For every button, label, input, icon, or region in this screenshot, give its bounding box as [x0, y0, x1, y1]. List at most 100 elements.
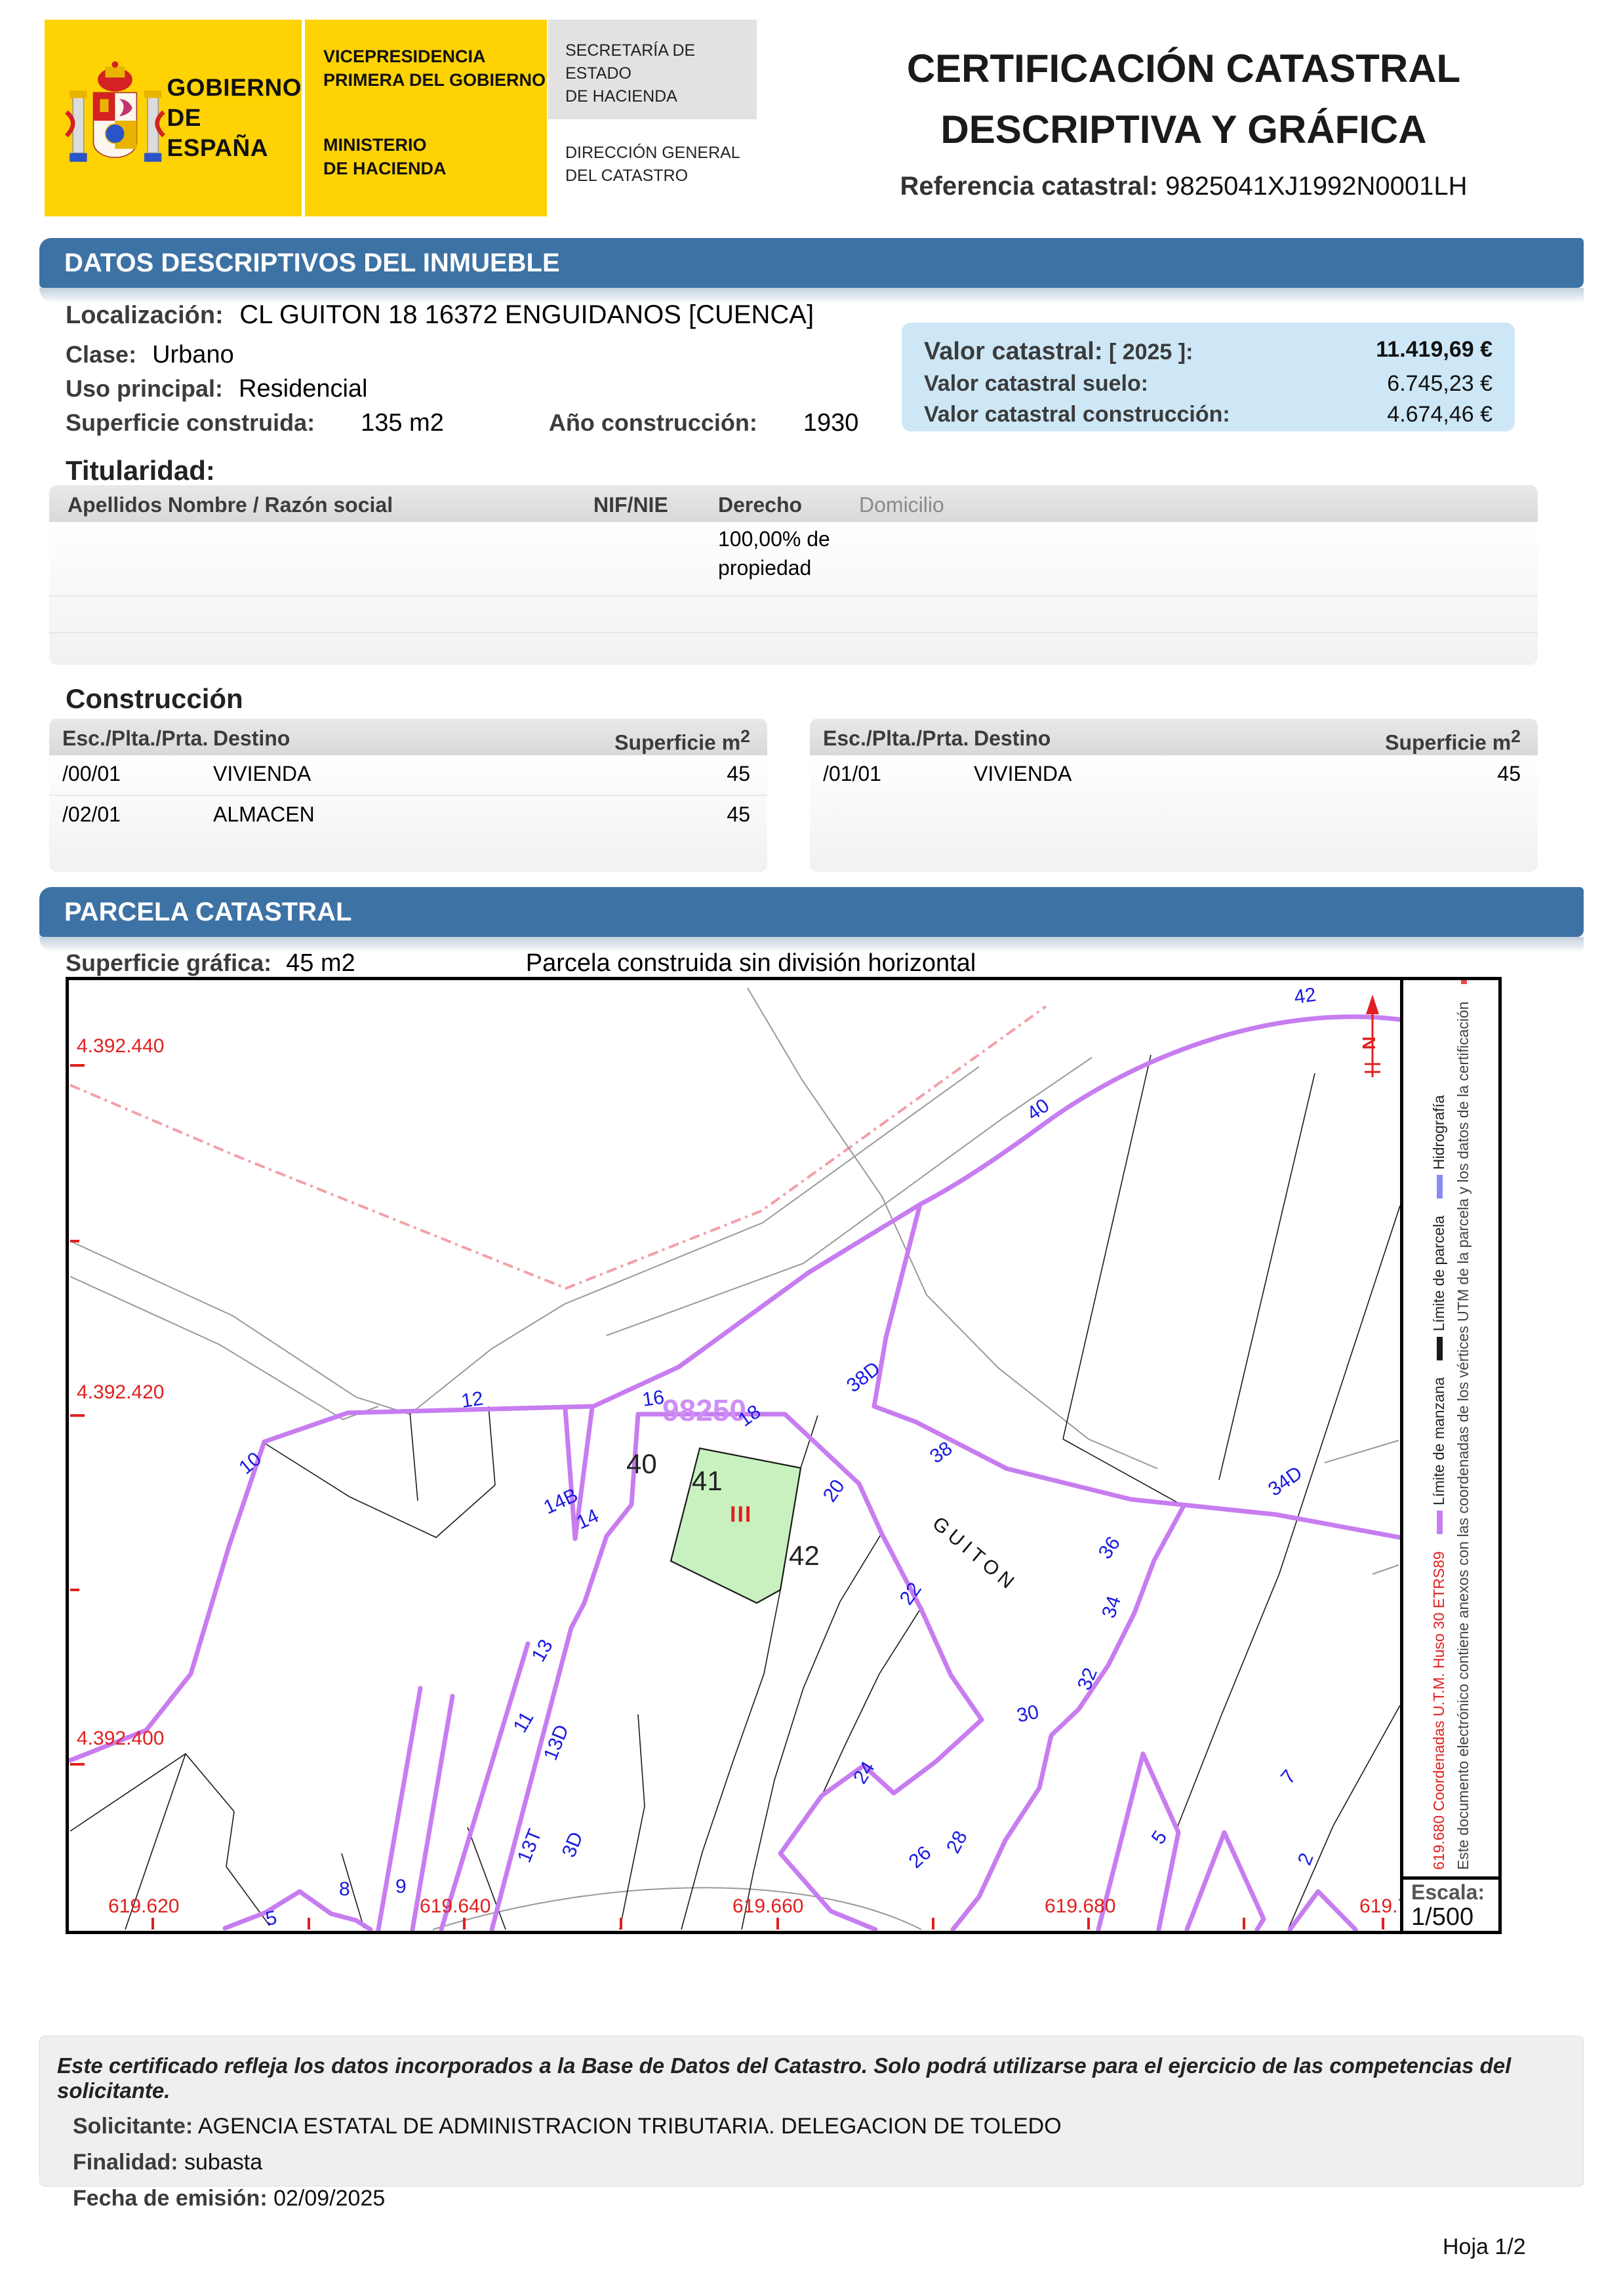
vicepresidencia-line2: PRIMERA DEL GOBIERNO [323, 68, 547, 92]
x-coord-label: 619.680 [1045, 1895, 1115, 1917]
dgc-line2: DEL CATASTRO [565, 165, 757, 188]
page-title-line2: DESCRIPTIVA Y GRÁFICA [823, 99, 1544, 160]
parcel-number: 41 [692, 1465, 723, 1496]
legend-rotated-content: 619.680 Coordenadas U.T.M. Huso 30 ETRS8… [1403, 980, 1498, 1876]
svg-text:20: 20 [819, 1476, 849, 1506]
svg-text:13: 13 [527, 1636, 557, 1665]
house-numbers: 16 18 38D 38 20 22 34D 36 34 32 30 24 26… [235, 984, 1317, 1930]
street-name-guiton: GUITON [929, 1513, 1022, 1596]
x-coord-label: 619.7 [1359, 1895, 1400, 1917]
cadastral-map: 4.392.440 4.392.420 4.392.400 619.620 61… [69, 980, 1400, 1931]
secretaria-line2: DE HACIENDA [565, 85, 757, 108]
table-cell: 45 [727, 762, 750, 786]
gov-name-line1: GOBIERNO [167, 73, 302, 103]
superficie-grafica-row: Superficie gráfica: 45 m2 Parcela constr… [66, 949, 976, 978]
svg-text:3D: 3D [558, 1829, 588, 1861]
construccion-right-body: /01/01 VIVIENDA 45 [810, 755, 1538, 872]
ministerio-line2: DE HACIENDA [323, 157, 547, 180]
pink-boundary-line [70, 1006, 1046, 1288]
vicepresidencia-line1: VICEPRESIDENCIA [323, 45, 547, 68]
valor-label: Valor catastral: [924, 338, 1102, 365]
solicitante-label: Solicitante: [73, 2114, 193, 2139]
escala-value: 1/500 [1411, 1904, 1491, 1931]
derecho-line1: 100,00% de [718, 527, 830, 551]
parcela-nota: Parcela construida sin división horizont… [526, 949, 976, 977]
col-destino: Destino [974, 726, 1051, 751]
valor-construccion-label: Valor catastral construcción: [924, 399, 1230, 430]
svg-text:12: 12 [460, 1388, 485, 1412]
finalidad-value: subasta [184, 2150, 262, 2175]
svg-text:5: 5 [1148, 1827, 1172, 1848]
svg-text:42: 42 [1292, 984, 1317, 1008]
valor-suelo: 6.745,23 € [1387, 368, 1493, 399]
titularidad-header-row: Apellidos Nombre / Razón social NIF/NIE … [49, 485, 1538, 522]
section-bar-parcela: PARCELA CATASTRAL [39, 887, 1584, 937]
valor-year: [ 2025 ]: [1109, 340, 1193, 365]
construcciones-swatch-icon [1461, 980, 1467, 985]
table-cell: /00/01 [62, 762, 121, 786]
clase-row: Clase: Urbano [66, 341, 234, 369]
gov-name-line2: DE ESPAÑA [167, 103, 302, 164]
col-esc: Esc./Plta./Prta. [62, 726, 208, 751]
x-coord-label: 619.660 [732, 1895, 803, 1917]
table-cell: VIVIENDA [974, 762, 1072, 786]
map-sidebar: 619.680 Coordenadas U.T.M. Huso 30 ETRS8… [1400, 980, 1498, 1931]
svg-text:30: 30 [1015, 1701, 1041, 1727]
y-coord-label: 4.392.440 [77, 1035, 164, 1057]
north-label: N [1359, 1037, 1379, 1050]
uso-label: Uso principal: [66, 375, 223, 402]
svg-text:36: 36 [1094, 1533, 1125, 1563]
y-coord-label: 4.392.400 [77, 1728, 164, 1749]
superficie-grafica-label: Superficie gráfica: [66, 949, 271, 976]
construccion-left-header: Esc./Plta./Prta. Destino Superficie m2 [49, 719, 767, 755]
secretaria-block: SECRETARÍA DE ESTADO DE HACIENDA [548, 20, 757, 119]
hidrografia-swatch-icon [1437, 1175, 1443, 1198]
legend-row-1: 619.680 Coordenadas U.T.M. Huso 30 ETRS8… [1430, 980, 1448, 1870]
construccion-right-header: Esc./Plta./Prta. Destino Superficie m2 [810, 719, 1538, 755]
clase-label: Clase: [66, 341, 136, 368]
referencia-label: Referencia catastral: [900, 172, 1158, 201]
valor-suelo-label: Valor catastral suelo: [924, 368, 1148, 399]
superficie-row: Superficie construida: 135 m2 Año constr… [66, 409, 858, 437]
svg-text:11: 11 [509, 1708, 538, 1736]
secretaria-line1: SECRETARÍA DE ESTADO [565, 39, 757, 85]
derecho-line2: propiedad [718, 556, 811, 580]
legend-item-hidrografia: Hidrografía [1430, 1095, 1448, 1198]
manzana-swatch-icon [1437, 1511, 1443, 1534]
ministry-block: VICEPRESIDENCIA PRIMERA DEL GOBIERNO MIN… [303, 20, 547, 216]
svg-text:9: 9 [395, 1876, 407, 1897]
parcel-number: 40 [626, 1448, 657, 1479]
parcel-number: 42 [789, 1540, 820, 1571]
col-superficie: Superficie m2 [1385, 726, 1521, 755]
fecha-label: Fecha de emisión: [73, 2186, 268, 2211]
anio-value: 1930 [803, 409, 859, 437]
legend-item-manzana: Límite de manzana [1430, 1377, 1448, 1535]
gobierno-logo: GOBIERNO DE ESPAÑA [45, 20, 302, 216]
table-cell: /01/01 [823, 762, 881, 786]
table-cell: /02/01 [62, 802, 121, 827]
svg-text:34: 34 [1098, 1593, 1125, 1621]
table-cell: VIVIENDA [213, 762, 311, 786]
footer-box: Este certificado refleja los datos incor… [39, 2036, 1584, 2187]
row-divider [49, 632, 1538, 633]
table-cell: 45 [1497, 762, 1521, 786]
svg-text:5: 5 [264, 1907, 278, 1930]
uso-row: Uso principal: Residencial [66, 375, 368, 403]
x-coord-label: 619.620 [108, 1895, 179, 1917]
uso-value: Residencial [239, 375, 367, 403]
row-divider [49, 795, 767, 796]
fecha-value: 02/09/2025 [273, 2186, 385, 2211]
parcela-swatch-icon [1437, 1337, 1443, 1360]
superficie-label: Superficie construida: [66, 409, 315, 436]
construccion-left-body: /00/01 VIVIENDA 45 /02/01 ALMACEN 45 [49, 755, 767, 872]
titularidad-body: 100,00% de propiedad [49, 522, 1538, 665]
direccion-catastro-block: DIRECCIÓN GENERAL DEL CATASTRO [548, 119, 757, 216]
construccion-title: Construcción [66, 683, 243, 715]
solicitante-row: Solicitante: AGENCIA ESTATAL DE ADMINIST… [73, 2114, 1566, 2139]
localizacion-row: Localización: CL GUITON 18 16372 ENGUIDA… [66, 300, 814, 330]
manzana-number: 98250 [662, 1393, 746, 1427]
valor-catastral-box: Valor catastral: [ 2025 ]: 11.419,69 € V… [902, 323, 1515, 431]
x-coord-label: 619.640 [420, 1895, 491, 1917]
valor-construccion: 4.674,46 € [1387, 399, 1493, 430]
superficie-value: 135 m2 [361, 409, 444, 437]
